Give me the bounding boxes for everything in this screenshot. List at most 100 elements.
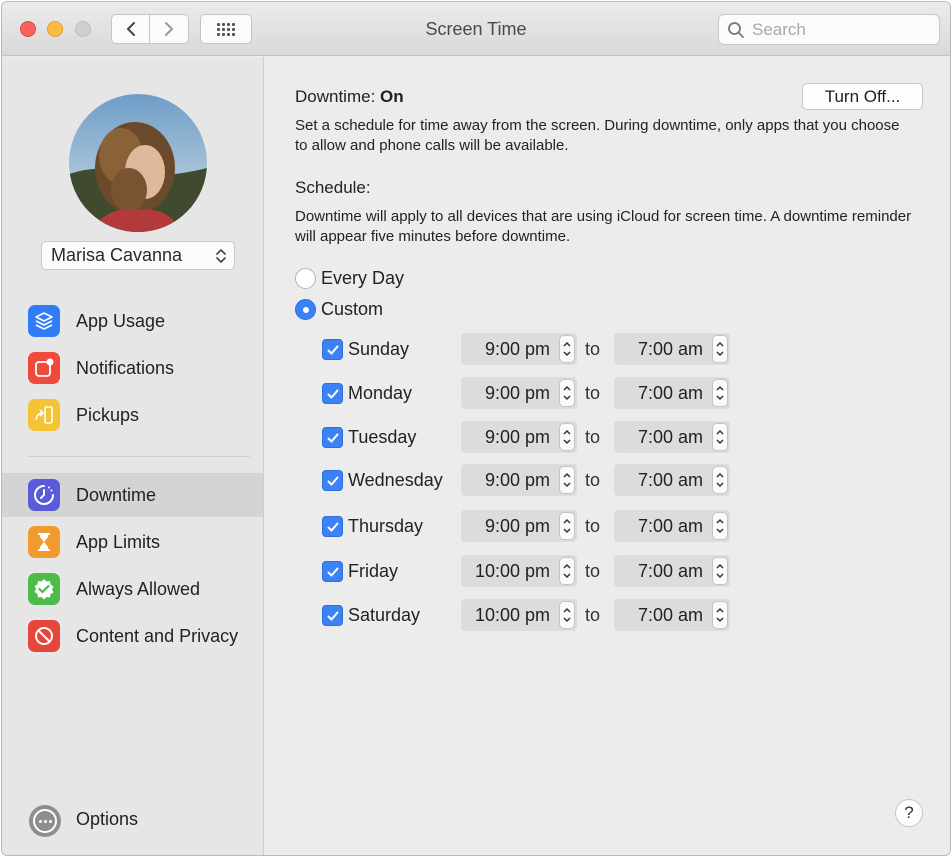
from-time-value[interactable]: 9:00 pm [485, 339, 550, 360]
to-time-stepper[interactable]: 7:00 am [614, 421, 730, 453]
options-icon[interactable] [29, 805, 61, 837]
day-checkbox[interactable] [322, 605, 343, 626]
checkmark-icon [327, 389, 338, 398]
sidebar-item-always-allowed[interactable]: Always Allowed [2, 567, 263, 611]
search-field[interactable] [718, 14, 940, 45]
up-down-chevron-icon [563, 607, 571, 623]
from-time-stepper[interactable]: 9:00 pm [461, 333, 577, 365]
sidebar-item-content-privacy[interactable]: Content and Privacy [2, 614, 263, 658]
pickups-icon [28, 399, 60, 431]
checkmark-icon [327, 611, 338, 620]
stepper-arrows[interactable] [559, 379, 575, 407]
search-input[interactable] [752, 19, 932, 40]
to-time-value[interactable]: 7:00 am [638, 339, 703, 360]
from-time-value[interactable]: 10:00 pm [475, 561, 550, 582]
from-time-value[interactable]: 9:00 pm [485, 470, 550, 491]
to-time-stepper[interactable]: 7:00 am [614, 333, 730, 365]
day-checkbox[interactable] [322, 339, 343, 360]
stepper-arrows[interactable] [712, 557, 728, 585]
checkmark-icon [327, 567, 338, 576]
radio-label: Every Day [321, 268, 405, 288]
sidebar-item-pickups[interactable]: Pickups [2, 393, 263, 437]
from-time-value[interactable]: 9:00 pm [485, 516, 550, 537]
day-label: Thursday [348, 516, 424, 536]
sidebar-item-notifications[interactable]: Notifications [2, 346, 263, 390]
stepper-arrows[interactable] [712, 466, 728, 494]
day-label: Tuesday [348, 427, 417, 447]
stepper-arrows[interactable] [712, 601, 728, 629]
to-time-value[interactable]: 7:00 am [638, 427, 703, 448]
stepper-arrows[interactable] [559, 335, 575, 363]
from-time-stepper[interactable]: 9:00 pm [461, 510, 577, 542]
day-row-monday: Monday 9:00 pm to 7:00 am [322, 377, 742, 411]
day-checkbox[interactable] [322, 516, 343, 537]
day-row-friday: Friday 10:00 pm to 7:00 am [322, 555, 742, 589]
custom-radio[interactable]: Custom [295, 299, 383, 320]
to-time-value[interactable]: 7:00 am [638, 561, 703, 582]
day-label: Monday [348, 383, 413, 403]
hourglass-icon [28, 526, 60, 558]
restricted-icon [28, 620, 60, 652]
checkmark-icon [327, 433, 338, 442]
from-time-stepper[interactable]: 9:00 pm [461, 421, 577, 453]
radio-label: Custom [321, 299, 384, 319]
up-down-chevron-icon [563, 518, 571, 534]
checkmark-icon [327, 345, 338, 354]
checkmark-icon [327, 476, 338, 485]
stepper-arrows[interactable] [712, 512, 728, 540]
stepper-arrows[interactable] [712, 423, 728, 451]
stepper-arrows[interactable] [559, 466, 575, 494]
radio-button[interactable] [295, 268, 316, 289]
user-select[interactable]: Marisa Cavanna [41, 241, 235, 270]
from-time-value[interactable]: 10:00 pm [475, 605, 550, 626]
to-label: to [585, 470, 601, 490]
to-time-stepper[interactable]: 7:00 am [614, 555, 730, 587]
to-time-stepper[interactable]: 7:00 am [614, 599, 730, 631]
to-time-value[interactable]: 7:00 am [638, 516, 703, 537]
sidebar-item-label: Always Allowed [76, 578, 201, 599]
options-button[interactable]: Options [76, 809, 138, 830]
up-down-chevron-icon [216, 249, 226, 263]
sidebar-item-app-limits[interactable]: App Limits [2, 520, 263, 564]
every-day-radio[interactable]: Every Day [295, 268, 404, 289]
to-time-stepper[interactable]: 7:00 am [614, 464, 730, 496]
day-label: Saturday [348, 605, 421, 625]
to-label: to [585, 339, 601, 359]
day-label: Sunday [348, 339, 410, 359]
from-time-value[interactable]: 9:00 pm [485, 427, 550, 448]
day-checkbox[interactable] [322, 470, 343, 491]
up-down-chevron-icon [563, 429, 571, 445]
day-row-sunday: Sunday 9:00 pm to 7:00 am [322, 333, 742, 367]
from-time-stepper[interactable]: 9:00 pm [461, 377, 577, 409]
sidebar-item-app-usage[interactable]: App Usage [2, 299, 263, 343]
stepper-arrows[interactable] [559, 423, 575, 451]
from-time-stepper[interactable]: 10:00 pm [461, 555, 577, 587]
from-time-stepper[interactable]: 10:00 pm [461, 599, 577, 631]
stepper-arrows[interactable] [712, 335, 728, 363]
stepper-arrows[interactable] [559, 557, 575, 585]
to-time-value[interactable]: 7:00 am [638, 470, 703, 491]
day-checkbox[interactable] [322, 383, 343, 404]
stepper-arrows[interactable] [559, 601, 575, 629]
to-time-stepper[interactable]: 7:00 am [614, 510, 730, 542]
to-label: to [585, 516, 601, 536]
to-label: to [585, 427, 601, 447]
day-checkbox[interactable] [322, 427, 343, 448]
stepper-arrows[interactable] [559, 512, 575, 540]
up-down-chevron-icon [563, 341, 571, 357]
radio-button[interactable] [295, 299, 316, 320]
downtime-description: Set a schedule for time away from the sc… [295, 117, 900, 154]
sidebar-item-label: Content and Privacy [76, 625, 239, 646]
to-time-stepper[interactable]: 7:00 am [614, 377, 730, 409]
day-checkbox[interactable] [322, 561, 343, 582]
to-time-value[interactable]: 7:00 am [638, 383, 703, 404]
from-time-stepper[interactable]: 9:00 pm [461, 464, 577, 496]
help-button[interactable]: ? [895, 799, 923, 827]
turn-off-button[interactable]: Turn Off... [802, 83, 923, 110]
stepper-arrows[interactable] [712, 379, 728, 407]
from-time-value[interactable]: 9:00 pm [485, 383, 550, 404]
checkmark-icon [327, 522, 338, 531]
titlebar: Screen Time [2, 2, 950, 56]
to-time-value[interactable]: 7:00 am [638, 605, 703, 626]
sidebar-item-downtime[interactable]: Downtime [2, 473, 263, 517]
